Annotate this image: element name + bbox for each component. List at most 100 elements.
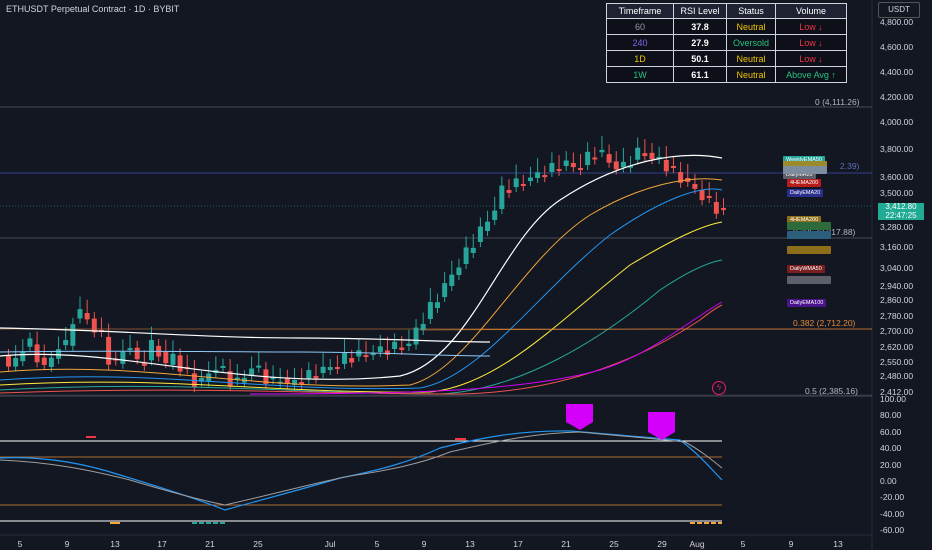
rsi-tick: 20.00 [880,460,902,470]
price-tick: 4,000.00 [880,117,914,127]
candle-body [513,178,519,187]
candle-body [406,343,412,346]
candle-body [34,344,40,363]
candle-body [427,302,433,319]
candle-body [313,376,319,379]
time-tick: 25 [609,539,619,549]
candle-body [392,341,398,349]
rsi-peak-marker [648,412,675,440]
candle-body [220,365,226,368]
last-price-badge: 3,412.80 22:47:25 [878,202,924,220]
ma-tag [787,222,831,230]
ma-tag [783,166,827,174]
rsi-cell-volume: Low ↓ [775,50,847,67]
currency-button[interactable]: USDT [878,2,920,18]
candle-body [170,353,176,365]
price-tick: 3,800.00 [880,144,914,154]
rsi-cell-tf: 60 [606,18,674,35]
rsi-cell-volume: Low ↓ [775,34,847,51]
candle-body [613,161,619,170]
candle-body [384,350,390,355]
rsi-tick: 100.00 [880,394,906,404]
candle-body [342,352,348,364]
candle-body [585,151,591,166]
candle-body [499,185,505,209]
rsi-table-row: 1D 50.1 Neutral Low ↓ [606,50,847,67]
rsi-tick: 0.00 [880,476,897,486]
candle-body [127,348,133,351]
candle-body [334,367,340,369]
rsi-table-header: Timeframe [606,3,674,19]
time-tick: 25 [253,539,263,549]
rsi-cell-tf: 1W [606,66,674,83]
price-tick: 4,200.00 [880,92,914,102]
candle-body [549,163,555,172]
price-tick: 3,040.00 [880,263,914,273]
candle-body [77,309,83,319]
candle-body [535,172,541,178]
rsi-table-header: Volume [775,3,847,19]
candle-body [177,355,183,372]
candle-body [442,283,448,297]
rsi-cell-status: Neutral [726,66,776,83]
candle-body [670,166,676,168]
candle-body [592,157,598,160]
candle-body [163,352,169,364]
price-tick: 4,800.00 [880,17,914,27]
price-tick: 2,620.00 [880,342,914,352]
alert-icon[interactable]: ϟ [712,381,726,395]
price-tick: 3,160.00 [880,242,914,252]
ma-tag: DailyEMA20 [787,189,824,197]
time-tick: 17 [513,539,523,549]
time-tick: 9 [64,539,70,549]
price-tick: 2,860.00 [880,295,914,305]
ma-tag [787,231,831,239]
rsi-table: Timeframe RSI Level Status Volume 60 37.8… [606,3,847,83]
candle-body [6,355,11,367]
candle-body [449,274,455,286]
rsi-tick: -60.00 [880,525,905,535]
candle-body [663,160,669,172]
ma-tag: DailyEMA100 [787,299,827,307]
time-tick: 21 [561,539,571,549]
rsi-cell-tf: 1D [606,50,674,67]
candle-body [327,367,333,370]
rsi-cell-tf: 240 [606,34,674,51]
symbol-title: ETHUSDT Perpetual Contract · 1D · BYBIT [6,4,180,14]
candle-body [20,352,26,362]
bar-countdown: 22:47:25 [885,210,917,220]
candle-body [606,154,612,163]
candle-body [456,267,462,275]
candle-body [556,169,562,171]
ma-tag: DailyWMA50 [787,265,825,273]
rsi-cell-rsi: 37.8 [673,18,727,35]
candle-body [642,153,648,157]
candle-body [485,221,491,231]
price-tick: 3,280.00 [880,222,914,232]
time-tick: 17 [157,539,167,549]
candle-body [41,357,47,365]
candle-body [320,366,326,373]
candle-body [149,339,154,361]
candle-body [635,147,641,160]
price-tick: 4,600.00 [880,42,914,52]
candle-body [542,175,548,178]
rsi-table-row: 60 37.8 Neutral Low ↓ [606,18,847,35]
candle-body [120,351,126,364]
candle-body [578,167,583,170]
rsi-tick: 60.00 [880,427,902,437]
candle-body [84,313,90,320]
candle-body [306,370,312,379]
candle-body [13,358,19,367]
candle-body [299,382,305,384]
fib-level-label: 0 (4,111.26) [815,97,860,107]
time-tick: 9 [421,539,427,549]
candle-body [399,347,405,350]
rsi-cell-rsi: 50.1 [673,50,727,67]
candle-body [56,349,62,359]
candle-body [649,152,655,160]
rsi-tick: 40.00 [880,443,902,453]
candle-body [435,302,440,308]
time-tick: 13 [110,539,120,549]
ma-tag [787,246,831,254]
